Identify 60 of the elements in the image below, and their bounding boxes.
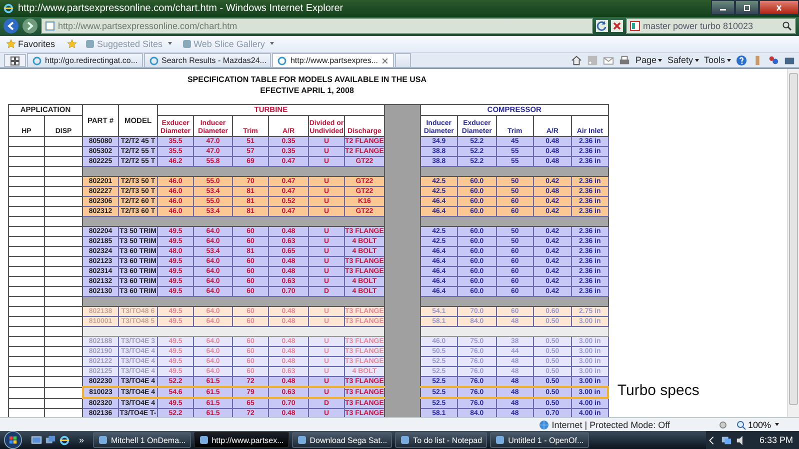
close-button[interactable] bbox=[759, 0, 799, 15]
page-subtitle: EFECTIVE APRIL 1, 2008 bbox=[259, 85, 355, 96]
app-icon bbox=[198, 435, 209, 445]
favorites-button[interactable]: Favorites bbox=[4, 38, 58, 49]
search-icon[interactable] bbox=[782, 21, 792, 32]
command-menu[interactable]: Page bbox=[635, 55, 662, 66]
scrollbar[interactable] bbox=[787, 69, 799, 418]
globe-icon bbox=[538, 420, 549, 430]
close-tab-icon[interactable] bbox=[381, 56, 390, 65]
magnifier-icon bbox=[736, 420, 746, 430]
taskbar-button[interactable]: http://www.partsex... bbox=[194, 432, 289, 448]
callout-label: Turbo specs bbox=[617, 382, 700, 400]
browser-logo-icon[interactable] bbox=[59, 434, 70, 446]
taskbar-button[interactable]: Download Sega Sat... bbox=[292, 432, 392, 448]
minimize-button[interactable] bbox=[711, 0, 735, 15]
browser-logo-icon bbox=[3, 2, 14, 14]
network-icon[interactable] bbox=[721, 434, 732, 446]
more-button[interactable]: » bbox=[73, 435, 90, 445]
start-button[interactable] bbox=[4, 431, 22, 449]
window-title: http://www.partsexpressonline.com/chart.htm - Windows Internet Explorer bbox=[18, 2, 344, 14]
page-icon bbox=[85, 38, 96, 49]
clock: 6:33 PM bbox=[759, 435, 793, 445]
page-title: SPECIFICATION TABLE FOR MODELS AVAILABLE IN THE USA bbox=[186, 74, 428, 86]
app-icon bbox=[98, 435, 108, 445]
desktop-icon[interactable] bbox=[31, 434, 42, 446]
app-icon bbox=[296, 435, 307, 445]
home-icon[interactable] bbox=[571, 54, 582, 66]
help-icon[interactable] bbox=[736, 54, 747, 66]
back-button-icon[interactable] bbox=[3, 18, 19, 34]
search-field[interactable]: master power turbo 810023 bbox=[626, 18, 796, 34]
browser-logo-icon bbox=[32, 56, 42, 66]
browser-tab[interactable]: Search Results - Mazdas24... bbox=[144, 53, 272, 68]
browser-logo-icon bbox=[148, 56, 158, 66]
taskbar-button[interactable]: Mitchell 1 OnDema... bbox=[93, 432, 191, 448]
security-zone: Internet | Protected Mode: Off bbox=[538, 420, 670, 430]
search-engine-icon bbox=[630, 21, 640, 32]
app-icon bbox=[400, 435, 410, 445]
command-menu[interactable]: Safety bbox=[667, 55, 699, 66]
taskbar-button[interactable]: To do list - Notepad bbox=[395, 432, 488, 448]
command-menu[interactable]: Tools bbox=[704, 55, 731, 66]
browser-tab[interactable]: http://go.redirectingat.co... bbox=[27, 53, 142, 68]
page-icon bbox=[182, 38, 192, 49]
print-icon[interactable] bbox=[619, 54, 630, 66]
taskbar-button[interactable]: Untitled 1 - OpenOf... bbox=[490, 432, 589, 448]
browser-logo-icon bbox=[277, 56, 288, 66]
forward-button-icon[interactable] bbox=[22, 18, 38, 34]
maximize-button[interactable] bbox=[735, 0, 759, 15]
close-icon bbox=[774, 4, 784, 12]
browser-tab[interactable]: http://www.partsexpres... bbox=[272, 53, 394, 68]
grid-icon bbox=[10, 56, 20, 66]
zoom-button[interactable]: 100% bbox=[736, 420, 779, 430]
mail-icon[interactable] bbox=[603, 54, 614, 66]
stop-icon[interactable] bbox=[611, 20, 623, 32]
refresh-icon[interactable] bbox=[596, 20, 608, 32]
page-icon bbox=[45, 21, 55, 32]
app-icon bbox=[495, 435, 506, 445]
quick-tabs-button[interactable] bbox=[4, 54, 26, 68]
window-switch-icon[interactable] bbox=[45, 434, 56, 446]
maximize-icon bbox=[742, 4, 752, 12]
star-icon bbox=[6, 38, 16, 49]
